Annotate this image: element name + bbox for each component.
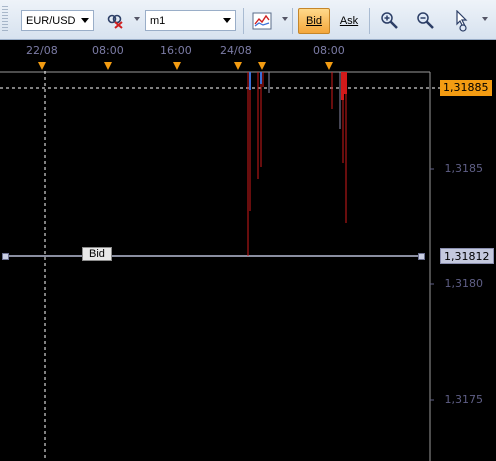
select-zoom-button[interactable] bbox=[447, 8, 473, 34]
bid-line-left-handle[interactable] bbox=[2, 253, 9, 260]
bid-price-tag: 1,31812 bbox=[440, 248, 494, 264]
time-label: 24/08 bbox=[220, 44, 252, 57]
toolbar-separator bbox=[243, 8, 244, 34]
time-label: 08:00 bbox=[92, 44, 124, 57]
time-label: 08:00 bbox=[313, 44, 345, 57]
chevron-down-icon[interactable] bbox=[219, 11, 235, 30]
time-label: 22/08 bbox=[26, 44, 58, 57]
chain-remove-icon bbox=[107, 14, 123, 29]
bid-price-button[interactable]: Bid bbox=[298, 8, 330, 34]
time-marker bbox=[325, 62, 333, 70]
current-price-tag: 1,31885 bbox=[440, 80, 492, 96]
time-marker bbox=[234, 62, 242, 70]
time-marker bbox=[258, 62, 266, 70]
timeframe-select[interactable]: m1 bbox=[145, 10, 236, 31]
zoom-in-button[interactable] bbox=[376, 8, 402, 34]
price-label: 1,3180 bbox=[444, 277, 484, 290]
symbol-value: EUR/USD bbox=[26, 14, 76, 27]
chevron-down-icon[interactable] bbox=[134, 17, 140, 21]
zoom-out-icon bbox=[417, 12, 434, 29]
time-axis: 22/08 08:00 16:00 24/08 08:00 bbox=[0, 41, 496, 71]
bid-line-label[interactable]: Bid bbox=[82, 247, 112, 261]
price-label: 1,3185 bbox=[444, 162, 484, 175]
toolbar-separator bbox=[369, 8, 370, 34]
time-marker bbox=[38, 62, 46, 70]
toolbar-separator bbox=[292, 8, 293, 34]
chart-toolbar: EUR/USD m1 Bid Ask bbox=[0, 0, 496, 40]
chart-canvas[interactable] bbox=[0, 71, 496, 461]
line-chart-icon bbox=[252, 12, 272, 30]
candle-body bbox=[341, 72, 344, 100]
toolbar-grip[interactable] bbox=[2, 6, 8, 32]
ask-button-label: Ask bbox=[339, 15, 359, 27]
timeframe-value: m1 bbox=[150, 14, 166, 27]
symbol-select[interactable]: EUR/USD bbox=[21, 10, 94, 31]
time-marker bbox=[173, 62, 181, 70]
time-label: 16:00 bbox=[160, 44, 192, 57]
candle-body bbox=[344, 72, 347, 94]
price-chart[interactable]: 1,31885 1,3185 1,31812 1,3180 1,3175 Bid bbox=[0, 71, 496, 461]
cursor-zoom-icon bbox=[456, 10, 468, 32]
candles bbox=[247, 72, 347, 256]
zoom-in-icon bbox=[381, 12, 398, 29]
chart-type-button[interactable] bbox=[250, 8, 274, 34]
candle-body bbox=[260, 72, 262, 84]
ask-price-button[interactable]: Ask bbox=[335, 8, 363, 34]
chevron-down-icon[interactable] bbox=[482, 17, 488, 21]
chevron-down-icon[interactable] bbox=[77, 11, 93, 30]
zoom-out-button[interactable] bbox=[412, 8, 438, 34]
time-marker bbox=[104, 62, 112, 70]
price-label: 1,3175 bbox=[444, 393, 484, 406]
candle-body bbox=[249, 72, 251, 90]
remove-indicator-button[interactable] bbox=[104, 8, 126, 34]
bid-button-label: Bid bbox=[306, 15, 322, 27]
chevron-down-icon[interactable] bbox=[282, 17, 288, 21]
bid-line-right-handle[interactable] bbox=[418, 253, 425, 260]
